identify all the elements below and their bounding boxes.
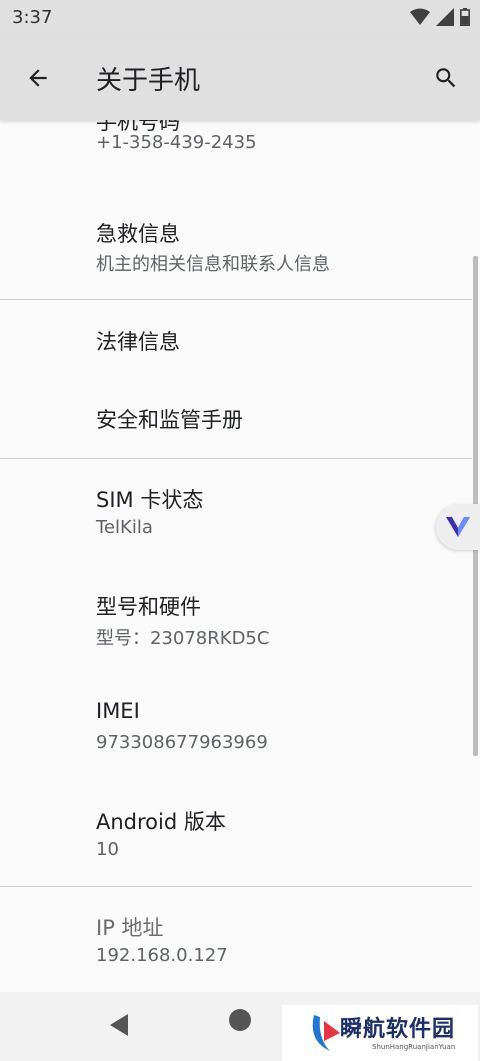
list-item-subtitle: 10 [96, 839, 119, 860]
list-item-title: 急救信息 [96, 222, 180, 246]
back-button[interactable] [18, 58, 58, 98]
list-item-model-hardware[interactable]: 型号和硬件 型号：23078RKD5C [0, 566, 480, 674]
search-icon [436, 68, 456, 88]
list-item-android-version[interactable]: Android 版本 10 [0, 781, 480, 886]
settings-list: 手机号码 +1-358-439-2435 急救信息 机主的相关信息和联系人信息 … [0, 120, 480, 992]
list-item-safety-manual[interactable]: 安全和监管手册 [0, 378, 480, 458]
watermark-text: 瞬航软件园 [340, 1017, 456, 1042]
status-icons [410, 8, 470, 26]
list-item-subtitle: 973308677963969 [96, 732, 268, 753]
list-item-emergency-info[interactable]: 急救信息 机主的相关信息和联系人信息 [0, 186, 480, 298]
list-item-legal-info[interactable]: 法律信息 [0, 300, 480, 378]
list-item-title: 安全和监管手册 [96, 408, 243, 432]
list-item-subtitle: 型号：23078RKD5C [96, 628, 270, 649]
list-item-title: IMEI [96, 699, 140, 723]
watermark-logo-icon [312, 1015, 340, 1051]
list-item-subtitle: +1-358-439-2435 [96, 132, 257, 153]
list-item-title: 法律信息 [96, 330, 180, 354]
list-item-ip-address[interactable]: IP 地址 192.168.0.127 [0, 887, 480, 992]
list-item-title: SIM 卡状态 [96, 488, 204, 512]
nav-back-icon[interactable] [104, 1010, 134, 1040]
status-bar: 3:37 [0, 0, 480, 36]
watermark-subtext: ShunHangRuanJianYuan [372, 1043, 456, 1051]
floating-assistant-button[interactable] [436, 504, 480, 550]
arrow-back-icon [29, 69, 47, 87]
list-item-subtitle: 机主的相关信息和联系人信息 [96, 254, 330, 275]
list-item-subtitle: 192.168.0.127 [96, 945, 228, 966]
list-item-phone-number[interactable]: 手机号码 +1-358-439-2435 [0, 120, 480, 186]
status-time: 3:37 [12, 7, 53, 28]
wifi-icon [410, 8, 430, 25]
nav-home-icon[interactable] [229, 1009, 251, 1031]
signal-icon [436, 8, 454, 26]
page-title: 关于手机 [96, 66, 201, 96]
list-item-imei[interactable]: IMEI 973308677963969 [0, 674, 480, 781]
v-logo-icon [446, 517, 470, 537]
watermark: 瞬航软件园 ShunHangRuanJianYuan [282, 1005, 478, 1061]
list-item-subtitle: TelKila [96, 517, 153, 538]
list-item-title: IP 地址 [96, 916, 164, 940]
battery-icon [460, 8, 470, 26]
search-button[interactable] [426, 58, 466, 98]
list-item-sim-status[interactable]: SIM 卡状态 TelKila [0, 459, 480, 566]
app-bar: 关于手机 [0, 36, 480, 120]
list-item-title: Android 版本 [96, 810, 226, 834]
list-item-title: 型号和硬件 [96, 595, 201, 619]
